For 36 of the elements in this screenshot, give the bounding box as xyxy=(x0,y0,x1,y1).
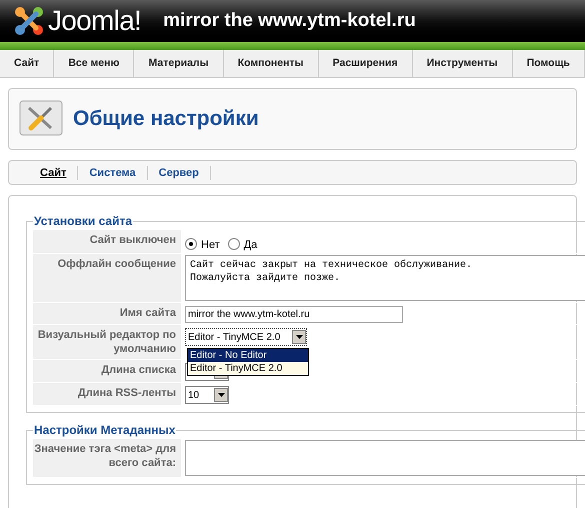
text-area[interactable]: Сайт сейчас закрыт на техническое обслуживание. Пожалуйста зайдите позже. xyxy=(185,255,585,301)
radio-button[interactable] xyxy=(185,238,197,250)
text-area-value: Сайт сейчас закрыт на техническое обслуживание. Пожалуйста зайдите позже. xyxy=(190,259,474,285)
section-legend: Установки сайта xyxy=(33,212,134,230)
menu-item[interactable]: Материалы xyxy=(134,50,224,77)
radio-label: Да xyxy=(244,239,258,252)
input-field[interactable]: mirror the www.ytm-kotel.ru xyxy=(185,306,403,323)
menu-item[interactable]: Инструменты xyxy=(412,50,513,77)
section-legend: Настройки Метаданных xyxy=(33,421,176,439)
field-label: Оффлайн сообщение xyxy=(58,258,176,270)
field-label: Значение тэга <meta> для всего сайта: xyxy=(34,443,176,469)
field-label: Визуальный редактор по умолчанию xyxy=(38,329,176,355)
menu-item[interactable]: Расширения xyxy=(318,50,413,77)
select-field[interactable]: Editor - TinyMCE 2.0 xyxy=(185,328,307,346)
radio-label: Нет xyxy=(201,239,220,252)
select-field[interactable]: 10 xyxy=(185,386,229,404)
logo-icon xyxy=(12,4,46,38)
tab[interactable]: Сервер xyxy=(148,166,211,180)
dropdown-option[interactable]: Editor - TinyMCE 2.0 xyxy=(188,362,308,375)
field-label: Длина RSS-ленты xyxy=(78,387,176,399)
tools-icon xyxy=(19,100,63,138)
text-area[interactable] xyxy=(185,440,585,476)
dropdown-option[interactable]: Editor - No Editor xyxy=(188,349,308,362)
site-title: mirror the www.ytm-kotel.ru xyxy=(163,8,416,33)
menu-item[interactable]: Компоненты xyxy=(224,50,319,77)
tab[interactable]: Сайт xyxy=(29,166,78,180)
page-title: Общие настройки xyxy=(73,106,259,132)
menu-item[interactable]: Помощь xyxy=(512,50,585,77)
radio-button[interactable] xyxy=(228,238,240,250)
tab[interactable]: Система xyxy=(78,166,148,180)
field-label: Имя сайта xyxy=(120,307,176,319)
menu-item[interactable]: Сайт xyxy=(0,50,54,77)
logo-text: Joomla! xyxy=(48,7,142,35)
menu-item[interactable]: Все меню xyxy=(54,50,134,77)
field-label: Длина списка xyxy=(101,364,176,376)
field-label: Сайт выключен xyxy=(90,234,176,246)
